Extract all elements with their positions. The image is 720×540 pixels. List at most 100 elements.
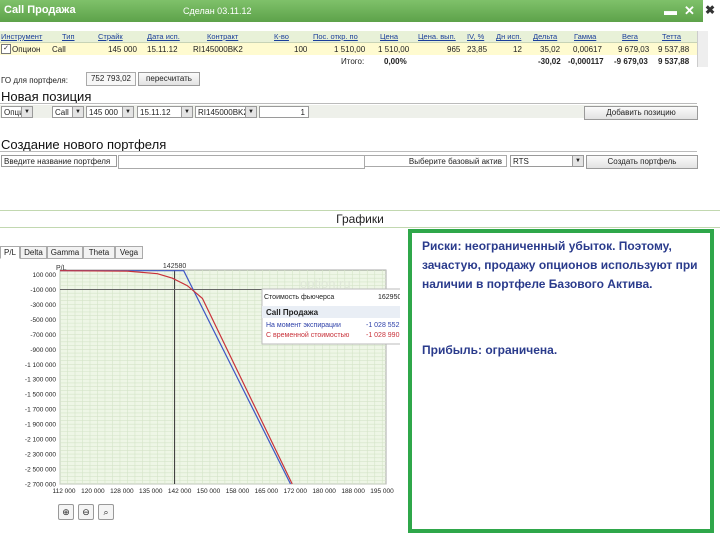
date-value: 15.11.12 bbox=[140, 108, 171, 117]
cell-exec-price: 965 bbox=[447, 45, 461, 54]
col-theta[interactable]: Тетта bbox=[662, 32, 681, 41]
cell-type: Call bbox=[52, 45, 66, 54]
divider bbox=[0, 151, 697, 152]
cell-qty: 100 bbox=[294, 45, 308, 54]
x-tick-label: 135 000 bbox=[139, 488, 163, 495]
col-gamma[interactable]: Гамма bbox=[574, 32, 596, 41]
x-tick-label: 188 000 bbox=[341, 488, 365, 495]
cell-instrument: Опцион bbox=[12, 45, 41, 54]
table-row[interactable]: ✓ Опцион Call 145 000 15.11.12 RI145000B… bbox=[0, 43, 697, 55]
col-exec-price[interactable]: Цена. вып. bbox=[418, 32, 456, 41]
cell-delta: 35,02 bbox=[540, 45, 561, 54]
note-box: Риски: неограниченный убыток. Поэтому, з… bbox=[408, 229, 714, 533]
chevron-down-icon: ▼ bbox=[72, 107, 83, 117]
y-tick-label: -1 500 000 bbox=[25, 392, 56, 399]
positions-table-header: Инструмент Тип Страйк Дата исп. Контракт… bbox=[0, 31, 697, 43]
x-tick-label: 150 000 bbox=[197, 488, 221, 495]
zoom-in-icon[interactable]: ⊕ bbox=[58, 504, 74, 520]
x-tick-label: 128 000 bbox=[110, 488, 134, 495]
y-tick-label: -1 100 000 bbox=[25, 362, 56, 369]
current-price-label: 142580 bbox=[163, 263, 186, 270]
row-checkbox[interactable]: ✓ bbox=[1, 44, 11, 54]
cell-iv: 23,85 bbox=[467, 45, 488, 54]
window-subtitle: Сделан 03.11.12 bbox=[183, 6, 252, 16]
y-tick-label: -1 700 000 bbox=[25, 407, 56, 414]
portfolio-name-input[interactable]: Введите название портфеля bbox=[1, 155, 117, 167]
x-tick-label: 158 000 bbox=[226, 488, 250, 495]
y-tick-label: -2 100 000 bbox=[25, 437, 56, 444]
y-tick-label: -2 300 000 bbox=[25, 452, 56, 459]
create-portfolio-button[interactable]: Создать портфель bbox=[586, 155, 698, 169]
strike-select[interactable]: 145 000 ▼ bbox=[86, 106, 134, 118]
tooltip-tv-label: С временной стоимостью bbox=[266, 331, 349, 339]
totals-label: Итого: bbox=[341, 57, 365, 66]
col-delta[interactable]: Дельта bbox=[533, 32, 557, 41]
y-tick-label: -2 500 000 bbox=[25, 467, 56, 474]
tooltip-tv-value: -1 028 990 bbox=[366, 332, 400, 339]
col-contract[interactable]: Контракт bbox=[207, 32, 238, 41]
totals-delta: -30,02 bbox=[538, 57, 561, 66]
col-open-price[interactable]: Пос. откр. по bbox=[313, 32, 358, 41]
tooltip-price-value: 162950 bbox=[378, 294, 400, 301]
base-asset-label: Выберите базовый актив bbox=[364, 155, 507, 167]
tooltip-exp-value: -1 028 552 bbox=[366, 322, 400, 329]
y-tick-label: -700 000 bbox=[30, 332, 56, 339]
zoom-out-icon[interactable]: ⊖ bbox=[78, 504, 94, 520]
x-tick-label: 112 000 bbox=[52, 488, 75, 495]
chevron-down-icon: ▼ bbox=[21, 107, 32, 117]
pl-chart[interactable]: 100 000 -100 000 -300 000 -500 000 -700 000 -… bbox=[0, 258, 400, 498]
close-icon[interactable]: ✕ bbox=[684, 3, 695, 19]
col-instrument[interactable]: Инструмент bbox=[1, 32, 42, 41]
y-tick-label: -900 000 bbox=[30, 347, 56, 354]
col-date[interactable]: Дата исп. bbox=[147, 32, 180, 41]
tooltip-exp-label: На момент экспирации bbox=[266, 322, 341, 329]
x-tick-label: 172 000 bbox=[284, 488, 308, 495]
portfolio-name-field[interactable] bbox=[118, 155, 365, 169]
zoom-reset-icon[interactable]: ⌕ bbox=[98, 504, 114, 520]
quantity-input[interactable]: 1 bbox=[259, 106, 309, 118]
charts-section-header: Графики bbox=[0, 210, 720, 228]
instrument-select[interactable]: Опцион ▼ bbox=[1, 106, 33, 118]
type-select[interactable]: Call ▼ bbox=[52, 106, 84, 118]
window-edge: ✖ bbox=[703, 0, 720, 22]
cell-strike: 145 000 bbox=[108, 45, 137, 54]
base-asset-value: RTS bbox=[513, 157, 529, 166]
col-price[interactable]: Цена bbox=[380, 32, 398, 41]
chart-tooltip: Стоимость фьючерса 162950 Call Продажа Н… bbox=[261, 288, 400, 345]
strike-value: 145 000 bbox=[89, 108, 118, 117]
table-scrollbar[interactable] bbox=[697, 31, 708, 67]
cell-open-price: 1 510,00 bbox=[334, 45, 366, 54]
cell-gamma: 0,00617 bbox=[573, 45, 602, 54]
add-position-button[interactable]: Добавить позицию bbox=[584, 106, 698, 120]
tooltip-price-label: Стоимость фьючерса bbox=[264, 294, 334, 301]
x-axis-ticks: 112 000 120 000 128 000 135 000 142 000 150 0… bbox=[52, 488, 394, 495]
contract-value: RI145000BK2 bbox=[198, 108, 248, 117]
minimize-icon[interactable]: ▬ bbox=[664, 3, 677, 18]
col-vega[interactable]: Вега bbox=[622, 32, 638, 41]
totals-pct: 0,00% bbox=[384, 57, 407, 66]
y-tick-label: -500 000 bbox=[30, 317, 56, 324]
window-titlebar: Call Продажа Сделан 03.11.12 ▬ ✕ bbox=[0, 0, 706, 22]
x-tick-label: 142 000 bbox=[168, 488, 192, 495]
new-position-heading: Новая позиция bbox=[1, 89, 92, 104]
cell-price: 1 510,00 bbox=[378, 45, 410, 54]
y-axis-ticks: 100 000 -100 000 -300 000 -500 000 -700 000 -… bbox=[25, 272, 56, 489]
cell-days: 12 bbox=[513, 45, 522, 54]
date-select[interactable]: 15.11.12 ▼ bbox=[137, 106, 193, 118]
chevron-down-icon: ▼ bbox=[572, 156, 583, 166]
window-title: Call Продажа bbox=[4, 4, 76, 16]
base-asset-select[interactable]: RTS ▼ bbox=[510, 155, 584, 167]
col-iv[interactable]: IV, % bbox=[467, 32, 484, 41]
y-tick-label: -1 900 000 bbox=[25, 422, 56, 429]
tooltip-title: Call Продажа bbox=[266, 308, 319, 317]
type-value: Call bbox=[55, 108, 69, 117]
recalculate-button[interactable]: пересчитать bbox=[138, 72, 200, 86]
chevron-down-icon: ▼ bbox=[245, 107, 256, 117]
cell-date: 15.11.12 bbox=[147, 45, 178, 54]
col-strike[interactable]: Страйк bbox=[98, 32, 123, 41]
col-days[interactable]: Дн исп. bbox=[496, 32, 521, 41]
col-type[interactable]: Тип bbox=[62, 32, 75, 41]
col-qty[interactable]: К-во bbox=[274, 32, 289, 41]
contract-select[interactable]: RI145000BK2 ▼ bbox=[195, 106, 257, 118]
close-all-icon[interactable]: ✖ bbox=[705, 3, 715, 17]
